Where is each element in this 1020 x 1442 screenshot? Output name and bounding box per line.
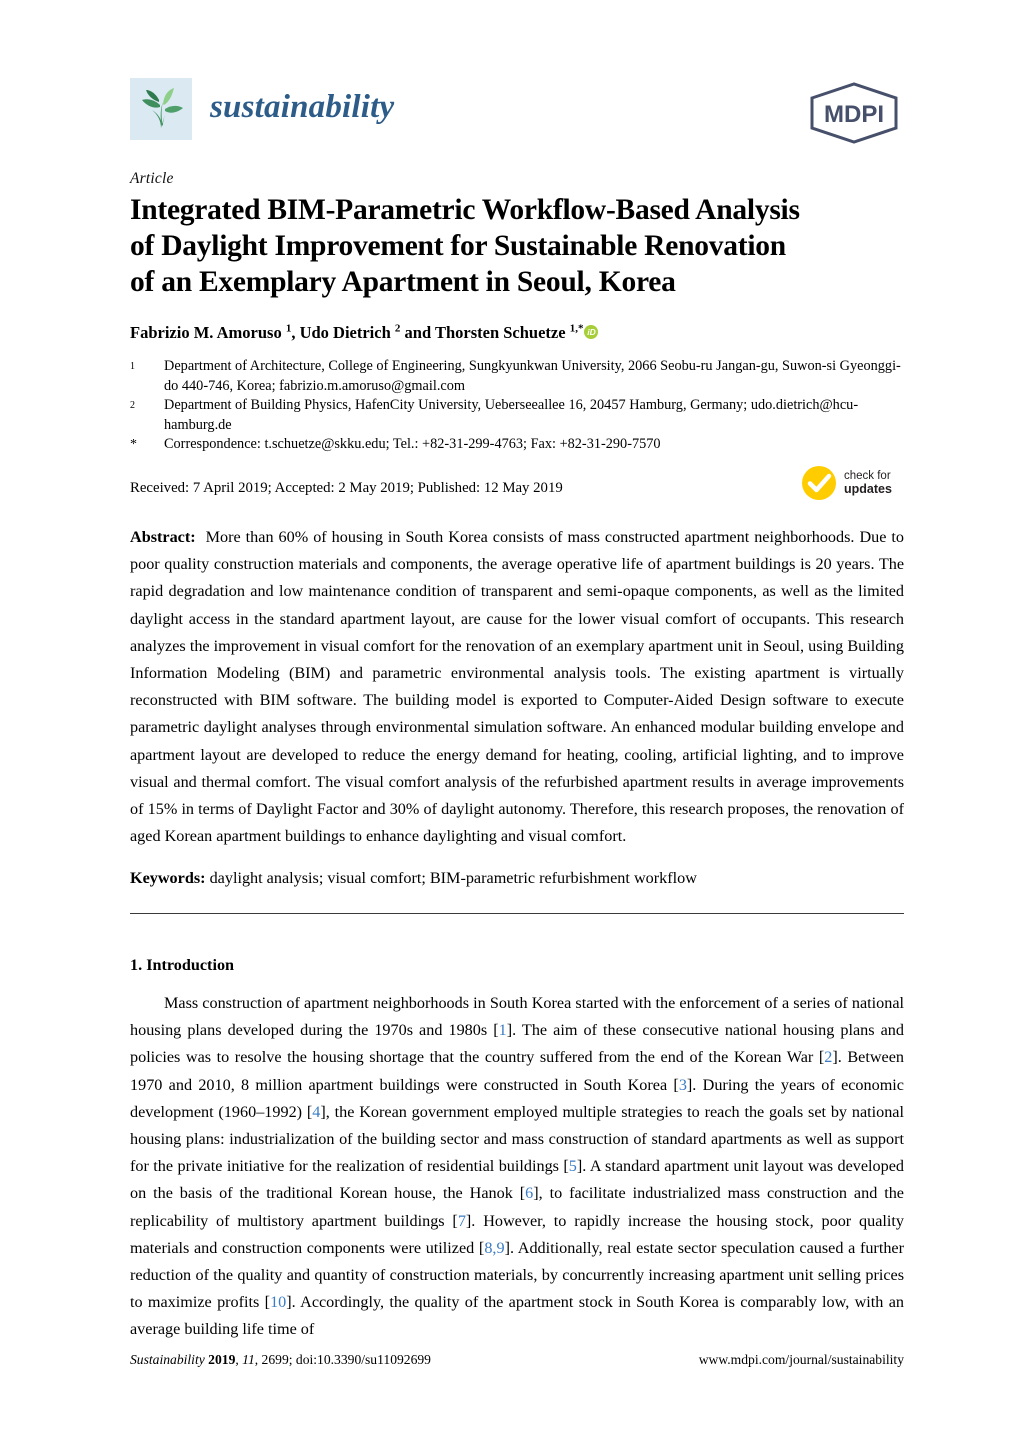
- footer-citation: Sustainability 2019, 11, 2699; doi:10.33…: [130, 1352, 431, 1367]
- journal-logo: sustainability: [130, 78, 394, 140]
- introduction-body: Mass construction of apartment neighborh…: [130, 990, 904, 1344]
- author-line: Fabrizio M. Amoruso 1, Udo Dietrich 2 an…: [130, 322, 584, 342]
- svg-text:MDPI: MDPI: [824, 101, 884, 128]
- affiliation-marker: 1: [130, 361, 135, 372]
- footer-journal-url[interactable]: www.mdpi.com/journal/sustainability: [699, 1352, 904, 1368]
- abstract-label: Abstract:: [130, 528, 196, 546]
- journal-title: sustainability: [210, 88, 395, 125]
- leaf-logo-icon: [130, 78, 192, 140]
- title-line-2: of Daylight Improvement for Sustainable …: [130, 230, 786, 262]
- abstract-section: Abstract: More than 60% of housing in So…: [130, 524, 904, 850]
- article-type-label: Article: [130, 170, 174, 187]
- page-footer: Sustainability 2019, 11, 2699; doi:10.33…: [130, 1352, 904, 1368]
- orcid-icon[interactable]: iD: [584, 324, 599, 339]
- section-heading-introduction: 1. Introduction: [130, 956, 235, 974]
- affiliation-marker: *: [130, 437, 137, 452]
- keywords-text: daylight analysis; visual comfort; BIM-p…: [209, 869, 697, 887]
- abstract-text: More than 60% of housing in South Korea …: [130, 528, 904, 846]
- checkmark-icon: [800, 464, 838, 502]
- affiliation-row: 2 Department of Building Physics, HafenC…: [130, 396, 906, 435]
- affiliation-row: * Correspondence: t.schuetze@skku.edu; T…: [130, 435, 906, 455]
- paper-page: sustainability MDPI Article Integrated B…: [0, 0, 1020, 1442]
- mdpi-logo-icon: MDPI: [806, 82, 902, 144]
- affiliation-list: 1 Department of Architecture, College of…: [130, 357, 906, 455]
- affiliation-text: Department of Architecture, College of E…: [164, 358, 901, 394]
- check-updates-line2: updates: [844, 482, 892, 496]
- title-line-1: Integrated BIM-Parametric Workflow-Based…: [130, 194, 800, 226]
- keywords-label: Keywords:: [130, 869, 206, 887]
- check-for-updates-badge[interactable]: check for updates: [800, 460, 906, 506]
- author-list: Fabrizio M. Amoruso 1, Udo Dietrich 2 an…: [130, 318, 906, 343]
- divider: [130, 913, 904, 914]
- keywords-section: Keywords: daylight analysis; visual comf…: [130, 865, 904, 892]
- affiliation-marker: 2: [130, 400, 135, 411]
- title-line-3: of an Exemplary Apartment in Seoul, Kore…: [130, 266, 676, 298]
- page-title: Integrated BIM-Parametric Workflow-Based…: [130, 192, 906, 300]
- masthead: sustainability MDPI: [130, 78, 902, 150]
- check-for-updates-text: check for updates: [844, 470, 892, 496]
- publication-dates: Received: 7 April 2019; Accepted: 2 May …: [130, 480, 563, 496]
- affiliation-row: 1 Department of Architecture, College of…: [130, 357, 906, 396]
- affiliation-text: Department of Building Physics, HafenCit…: [164, 397, 859, 433]
- correspondence-text: Correspondence: t.schuetze@skku.edu; Tel…: [164, 436, 661, 452]
- introduction-paragraph: Mass construction of apartment neighborh…: [130, 994, 904, 1339]
